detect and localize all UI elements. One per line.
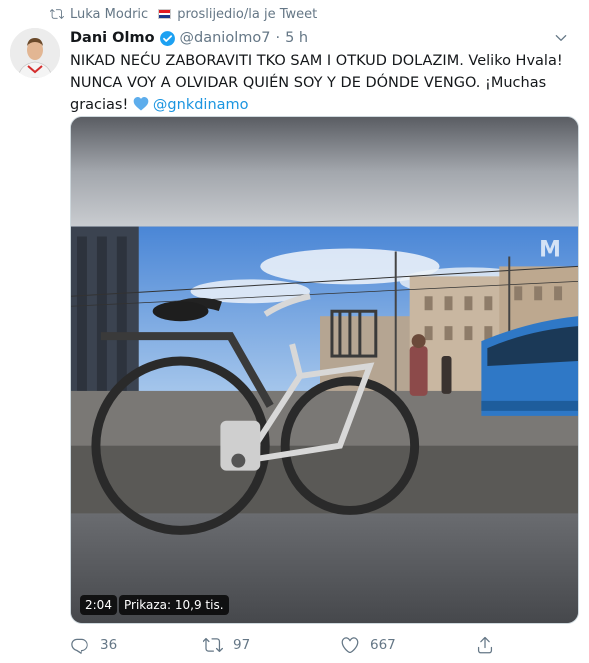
tweet-text-line: NUNCA VOY A OLVIDAR QUIÉN SOY Y DE DÓNDE…	[70, 75, 547, 91]
video-thumbnail: M	[71, 117, 578, 623]
verified-badge-icon	[159, 30, 175, 46]
tweet-text-line: NIKAD NEĆU ZABORAVITI TKO SAM I OTKUD DO…	[70, 53, 563, 69]
svg-text:M: M	[539, 237, 561, 262]
tweet-time[interactable]: 5 h	[285, 30, 308, 46]
tweet-actions: 36 97 667	[70, 633, 500, 657]
video-duration-badge: 2:04	[80, 595, 117, 615]
separator-dot: ·	[275, 30, 281, 46]
blue-heart-emoji	[133, 96, 149, 111]
like-icon	[341, 637, 359, 654]
author-handle[interactable]: @daniolmo7	[180, 30, 271, 46]
retweet-action-text: proslijedio/la je Tweet	[177, 6, 318, 22]
tweet-text: NIKAD NEĆU ZABORAVITI TKO SAM I OTKUD DO…	[70, 50, 575, 116]
share-button[interactable]	[475, 633, 505, 657]
retweet-context: Luka Modric proslijedio/la je Tweet	[50, 5, 317, 23]
tweet-header: Dani Olmo @daniolmo7 · 5 h	[70, 28, 579, 48]
mention-link[interactable]: @gnkdinamo	[153, 97, 249, 113]
croatia-flag-icon	[158, 9, 172, 19]
like-count: 667	[370, 637, 396, 653]
reply-icon	[71, 638, 88, 654]
tweet-text-line: gracias!	[70, 97, 129, 113]
reply-count: 36	[100, 637, 118, 653]
video-views-badge: Prikaza: 10,9 tis.	[119, 595, 229, 615]
like-button[interactable]: 667	[340, 633, 396, 657]
reply-button[interactable]: 36	[70, 633, 117, 657]
avatar[interactable]	[10, 28, 60, 78]
retweet-icon	[50, 9, 64, 19]
author-name[interactable]: Dani Olmo	[70, 30, 155, 46]
retweet-count: 97	[233, 637, 251, 653]
share-icon	[477, 636, 493, 654]
retweeter-name[interactable]: Luka Modric	[70, 7, 148, 22]
retweet-button[interactable]: 97	[203, 633, 250, 657]
chevron-down-icon[interactable]	[553, 30, 569, 46]
retweet-icon	[203, 637, 223, 653]
avatar-image	[10, 28, 60, 78]
video-player[interactable]: M 2:04 Prikaza: 10,9 tis.	[70, 116, 579, 624]
